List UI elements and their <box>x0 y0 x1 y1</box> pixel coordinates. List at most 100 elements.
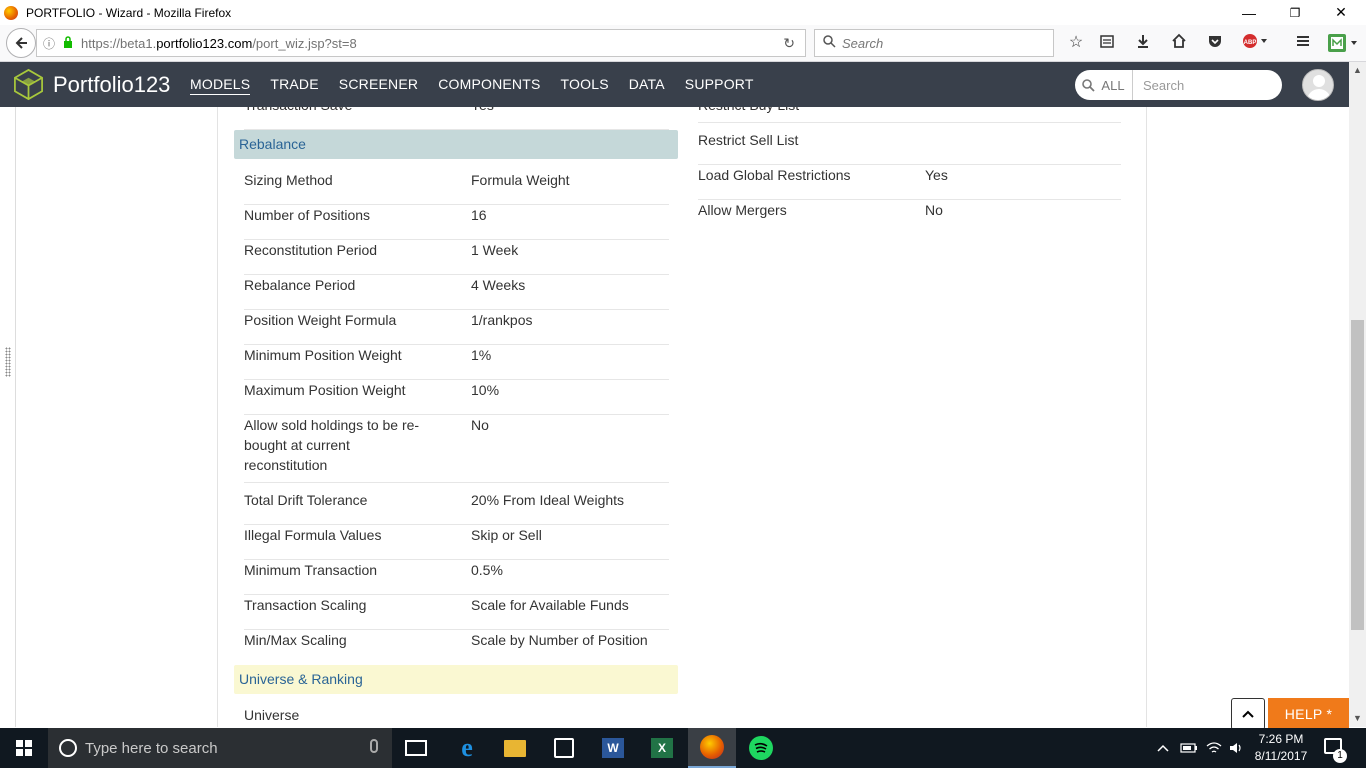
site-logo[interactable]: Portfolio123 <box>12 68 170 101</box>
row-label: Restrict Buy List <box>698 107 799 115</box>
info-icon[interactable]: ⓘ <box>43 35 55 52</box>
site-search-input[interactable]: Search <box>1143 78 1184 93</box>
pocket-icon[interactable] <box>1205 33 1225 53</box>
avatar-head-shape <box>1313 75 1325 87</box>
back-arrow-icon <box>15 37 27 49</box>
nav-screener[interactable]: SCREENER <box>339 76 418 95</box>
row-value: Skip or Sell <box>471 527 542 543</box>
row-value: No <box>471 417 489 433</box>
scroll-up-arrow-icon[interactable]: ▲ <box>1349 62 1366 79</box>
wifi-icon[interactable] <box>1205 728 1223 768</box>
url-text[interactable]: https://beta1.portfolio123.com/port_wiz.… <box>81 36 357 51</box>
nav-trade[interactable]: TRADE <box>270 76 318 95</box>
edge-button[interactable]: e <box>443 728 491 768</box>
url-prefix: https://beta1. <box>81 35 157 51</box>
scroll-down-arrow-icon[interactable]: ▼ <box>1349 710 1366 727</box>
nav-models[interactable]: MODELS <box>190 76 251 95</box>
row-value: 1% <box>471 347 492 363</box>
taskbar-search-input[interactable]: Type here to search <box>48 728 392 768</box>
close-button[interactable]: ✕ <box>1318 0 1364 25</box>
clock-date: 8/11/2017 <box>1254 749 1308 763</box>
nav-tools[interactable]: TOOLS <box>561 76 609 95</box>
task-view-button[interactable] <box>392 728 440 768</box>
site-brand: Portfolio123 <box>53 71 171 97</box>
summary-row: Number of Positions 16 <box>244 205 669 240</box>
reading-list-icon[interactable] <box>1097 33 1117 53</box>
nav-support[interactable]: SUPPORT <box>685 76 754 95</box>
section-header-rebalance[interactable]: Rebalance <box>234 130 678 159</box>
task-view-icon <box>405 740 427 756</box>
nav-components[interactable]: COMPONENTS <box>438 76 540 95</box>
word-button[interactable]: W <box>589 728 637 768</box>
microphone-icon[interactable] <box>370 739 378 753</box>
portfolio123-cube-icon <box>14 68 43 101</box>
start-button[interactable] <box>0 728 48 768</box>
window-title: PORTFOLIO - Wizard - Mozilla Firefox <box>26 5 232 20</box>
row-label: Allow sold holdings to be re-bought at c… <box>244 417 420 473</box>
summary-row: Allow Mergers No <box>698 200 1121 235</box>
edge-icon: e <box>461 733 473 762</box>
summary-row: Min/Max Scaling Scale by Number of Posit… <box>244 630 669 665</box>
restore-button[interactable]: ❐ <box>1272 0 1318 25</box>
section-header-universe-ranking[interactable]: Universe & Ranking <box>234 665 678 694</box>
taskbar-clock[interactable]: 7:26 PM 8/11/2017 <box>1250 731 1312 765</box>
url-host: portfolio123.com <box>156 35 253 51</box>
file-explorer-button[interactable] <box>491 728 539 768</box>
nav-data[interactable]: DATA <box>629 76 665 95</box>
notification-count-badge: 1 <box>1333 749 1347 763</box>
row-value: 20% From Ideal Weights <box>471 492 625 508</box>
summary-row-transaction-save: Transaction Save Yes <box>244 107 669 130</box>
row-label: Universe <box>244 707 300 723</box>
url-bar[interactable]: ⓘ https://beta1.portfolio123.com/port_wi… <box>36 29 806 57</box>
wizard-summary: Transaction Save Yes Restrict Buy List R… <box>217 107 1147 727</box>
download-icon[interactable] <box>1133 33 1153 53</box>
bookmark-star-icon[interactable]: ☆ <box>1066 33 1086 53</box>
firefox-button[interactable] <box>688 728 736 768</box>
back-button[interactable] <box>6 28 36 58</box>
scroll-to-top-button[interactable] <box>1231 698 1265 730</box>
row-value: Yes <box>925 167 948 183</box>
search-icon <box>1082 78 1096 92</box>
spotify-button[interactable] <box>737 728 785 768</box>
row-value: 1 Week <box>471 242 519 258</box>
row-label: Number of Positions <box>244 207 371 223</box>
excel-button[interactable]: X <box>638 728 686 768</box>
summary-row: Minimum Position Weight 1% <box>244 345 669 380</box>
main-nav: MODELS TRADE SCREENER COMPONENTS TOOLS D… <box>190 76 774 95</box>
menu-icon[interactable] <box>1293 33 1313 53</box>
home-icon[interactable] <box>1169 33 1189 53</box>
extension-icon[interactable] <box>1325 33 1361 53</box>
row-value: 16 <box>471 207 487 223</box>
summary-row: Maximum Position Weight 10% <box>244 380 669 415</box>
row-label: Reconstitution Period <box>244 242 378 258</box>
row-label: Transaction Save <box>244 107 434 115</box>
help-button[interactable]: HELP * <box>1268 698 1349 730</box>
volume-icon[interactable] <box>1228 728 1244 768</box>
scrollbar-thumb[interactable] <box>1351 320 1364 630</box>
store-icon <box>554 738 574 758</box>
battery-icon[interactable] <box>1180 728 1198 768</box>
row-label: Transaction Scaling <box>244 597 367 613</box>
summary-row: Position Weight Formula 1/rankpos <box>244 310 669 345</box>
adblock-icon[interactable]: ABP <box>1240 33 1270 53</box>
row-value: Scale by Number of Position <box>471 632 648 648</box>
lock-icon[interactable] <box>63 35 73 51</box>
row-value: 4 Weeks <box>471 277 526 293</box>
cortana-icon <box>59 739 77 757</box>
reload-icon[interactable]: ↻ <box>783 35 795 52</box>
panel-resize-handle[interactable] <box>5 347 11 377</box>
search-scope-selector[interactable]: ALL <box>1075 70 1133 100</box>
browser-search-input[interactable]: Search <box>814 29 1054 57</box>
minimize-button[interactable]: — <box>1226 0 1272 25</box>
page-scrollbar[interactable]: ▲ ▼ <box>1349 62 1366 727</box>
user-avatar[interactable] <box>1302 69 1334 101</box>
show-hidden-icons[interactable] <box>1156 728 1170 768</box>
site-search: ALL Search <box>1075 70 1282 100</box>
svg-text:ABP: ABP <box>1244 40 1257 46</box>
row-label: Illegal Formula Values <box>244 527 382 543</box>
store-button[interactable] <box>540 728 588 768</box>
url-path: /port_wiz.jsp?st=8 <box>252 35 357 51</box>
row-value: 0.5% <box>471 562 503 578</box>
summary-row: Rebalance Period 4 Weeks <box>244 275 669 310</box>
folder-icon <box>504 739 526 757</box>
